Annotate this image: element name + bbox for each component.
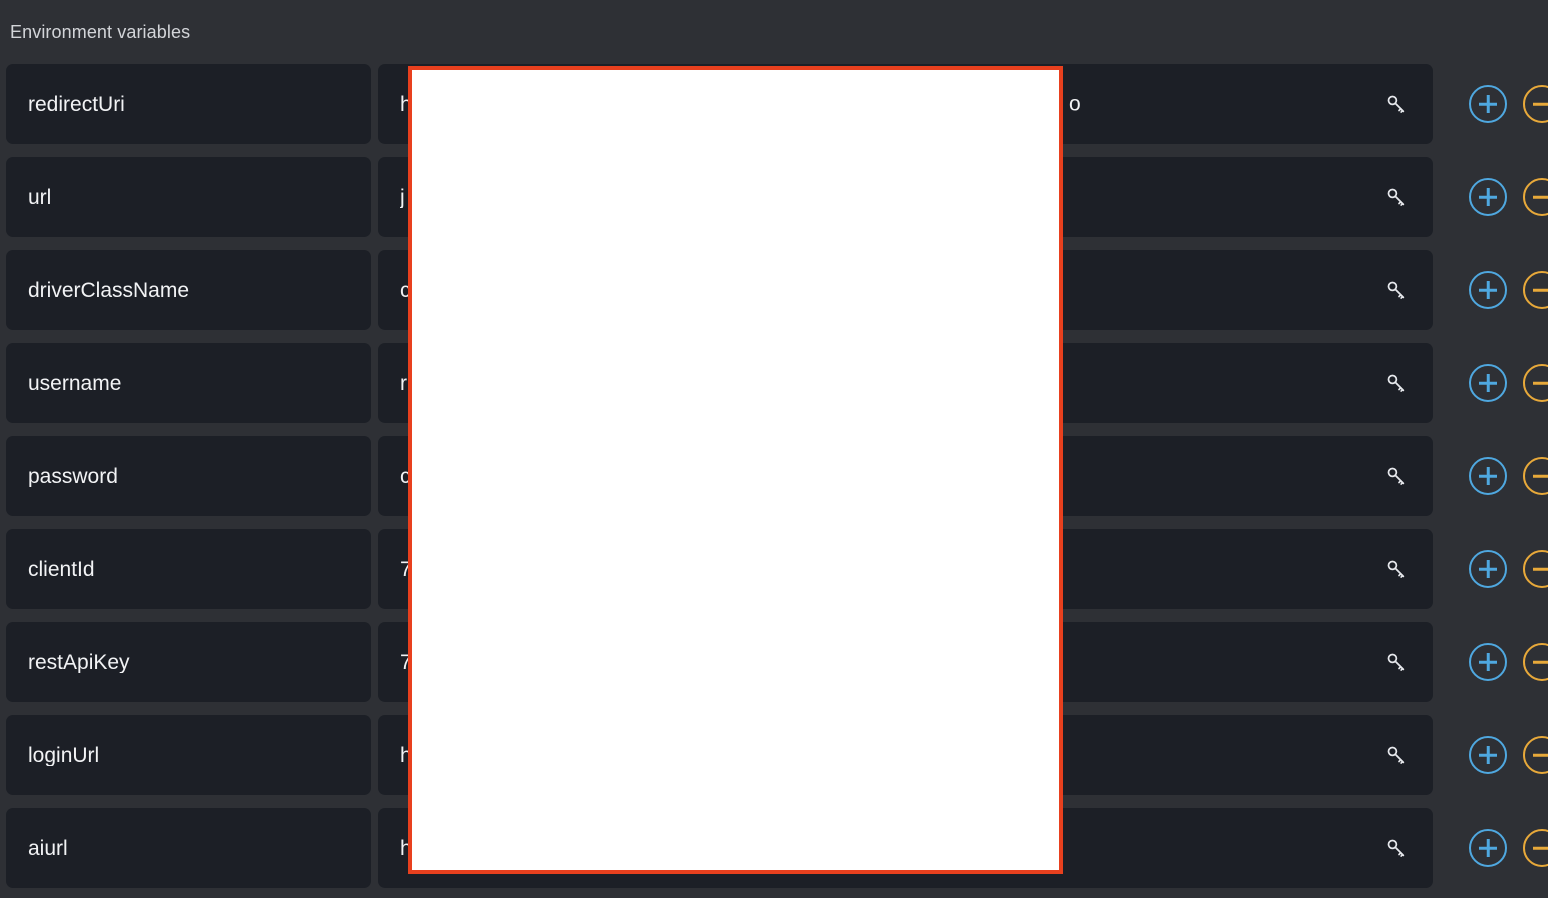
- row-actions: [1469, 736, 1548, 774]
- variable-name-text: redirectUri: [28, 93, 125, 115]
- key-icon[interactable]: [1385, 279, 1407, 301]
- key-icon[interactable]: [1385, 372, 1407, 394]
- variable-name-input-driverClassName[interactable]: driverClassName: [6, 250, 371, 330]
- key-icon[interactable]: [1385, 651, 1407, 673]
- add-variable-button[interactable]: [1469, 550, 1507, 588]
- add-variable-button[interactable]: [1469, 85, 1507, 123]
- add-variable-button[interactable]: [1469, 271, 1507, 309]
- panel-header: Environment variables: [0, 0, 1548, 64]
- variable-name-input-redirectUri[interactable]: redirectUri: [6, 64, 371, 144]
- add-variable-button[interactable]: [1469, 178, 1507, 216]
- key-icon[interactable]: [1385, 744, 1407, 766]
- variable-name-text: clientId: [28, 558, 95, 580]
- key-icon[interactable]: [1385, 465, 1407, 487]
- variable-name-input-loginUrl[interactable]: loginUrl: [6, 715, 371, 795]
- variable-name-text: driverClassName: [28, 279, 190, 301]
- key-icon[interactable]: [1385, 558, 1407, 580]
- add-variable-button[interactable]: [1469, 643, 1507, 681]
- variable-value-tail-text: o: [1069, 93, 1081, 115]
- key-icon[interactable]: [1385, 186, 1407, 208]
- variable-name-input-url[interactable]: url: [6, 157, 371, 237]
- variable-name-text: loginUrl: [28, 744, 100, 766]
- row-actions: [1469, 85, 1548, 123]
- environment-variables-page: { "header": { "title": "Environment vari…: [0, 0, 1548, 898]
- variable-name-text: url: [28, 186, 52, 208]
- add-variable-button[interactable]: [1469, 736, 1507, 774]
- variable-value-text: j: [400, 186, 405, 208]
- remove-variable-button[interactable]: [1523, 178, 1548, 216]
- row-actions: [1469, 178, 1548, 216]
- add-variable-button[interactable]: [1469, 364, 1507, 402]
- remove-variable-button[interactable]: [1523, 643, 1548, 681]
- row-actions: [1469, 271, 1548, 309]
- remove-variable-button[interactable]: [1523, 829, 1548, 867]
- variable-name-input-restApiKey[interactable]: restApiKey: [6, 622, 371, 702]
- variable-name-text: restApiKey: [28, 651, 130, 673]
- variable-name-text: aiurl: [28, 837, 68, 859]
- variable-name-text: password: [28, 465, 118, 487]
- add-variable-button[interactable]: [1469, 457, 1507, 495]
- variable-name-text: username: [28, 372, 122, 394]
- remove-variable-button[interactable]: [1523, 85, 1548, 123]
- remove-variable-button[interactable]: [1523, 364, 1548, 402]
- key-icon[interactable]: [1385, 93, 1407, 115]
- row-actions: [1469, 829, 1548, 867]
- row-actions: [1469, 550, 1548, 588]
- variable-name-input-clientId[interactable]: clientId: [6, 529, 371, 609]
- variable-value-text: r: [400, 372, 407, 394]
- key-icon[interactable]: [1385, 837, 1407, 859]
- add-variable-button[interactable]: [1469, 829, 1507, 867]
- white-overlay-region: [408, 66, 1063, 874]
- page-title: Environment variables: [10, 22, 191, 42]
- remove-variable-button[interactable]: [1523, 457, 1548, 495]
- row-actions: [1469, 643, 1548, 681]
- variable-name-input-username[interactable]: username: [6, 343, 371, 423]
- remove-variable-button[interactable]: [1523, 271, 1548, 309]
- variable-name-input-aiurl[interactable]: aiurl: [6, 808, 371, 888]
- row-actions: [1469, 364, 1548, 402]
- row-actions: [1469, 457, 1548, 495]
- remove-variable-button[interactable]: [1523, 550, 1548, 588]
- variable-name-input-password[interactable]: password: [6, 436, 371, 516]
- remove-variable-button[interactable]: [1523, 736, 1548, 774]
